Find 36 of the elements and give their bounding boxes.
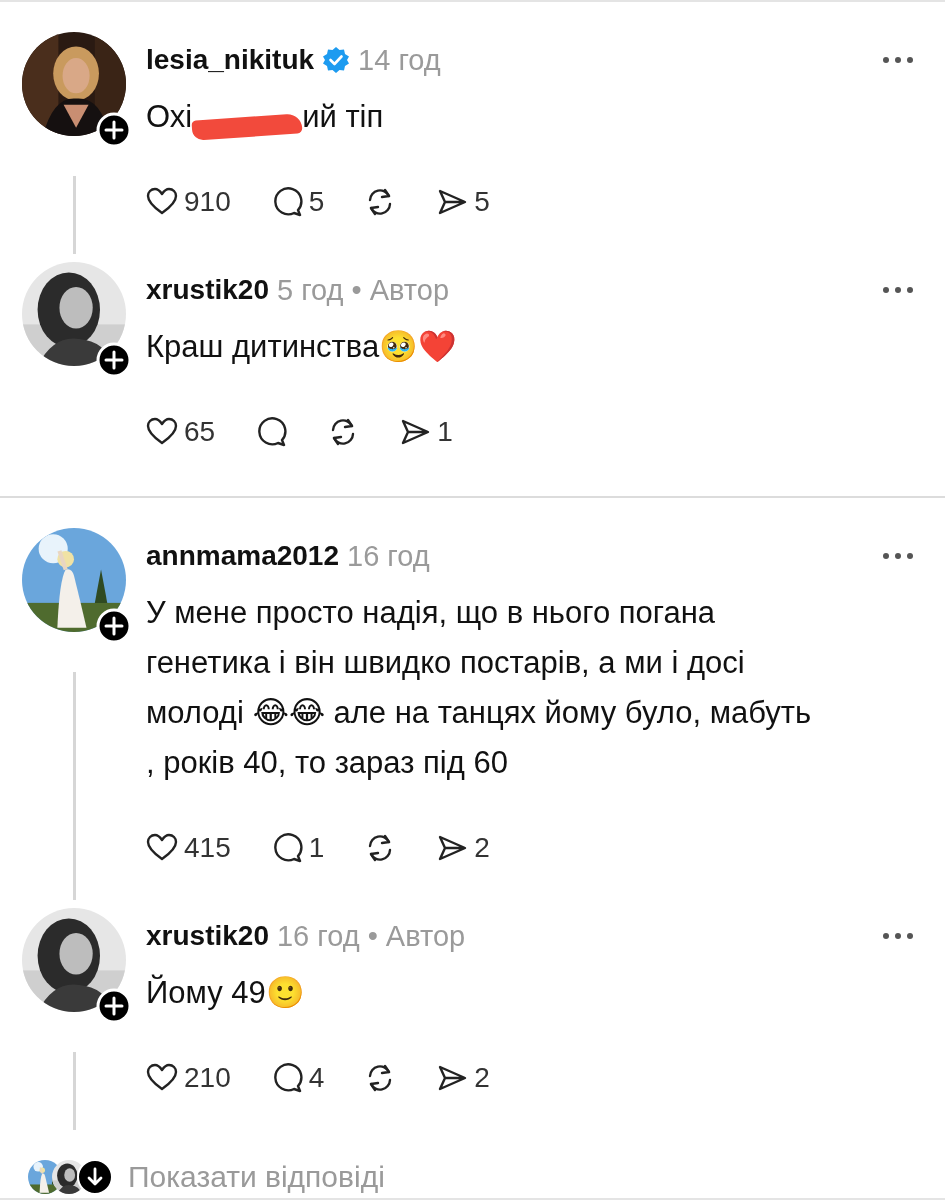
- comment-icon: [255, 416, 288, 448]
- like-button[interactable]: 65: [146, 416, 216, 448]
- like-button[interactable]: 210: [146, 1062, 231, 1094]
- username[interactable]: annmama2012: [146, 540, 339, 572]
- follow-plus-icon[interactable]: [96, 988, 132, 1024]
- author-label: • Автор: [367, 919, 466, 953]
- comment-text: ий тіп: [302, 99, 384, 134]
- like-button[interactable]: 415: [146, 832, 231, 864]
- reply-button[interactable]: 4: [270, 1062, 325, 1094]
- username[interactable]: lesia_nikituk: [146, 44, 315, 76]
- timestamp: 16 год: [347, 539, 430, 573]
- comment-text: Охі: [146, 99, 193, 134]
- share-button[interactable]: 1: [399, 416, 453, 448]
- follow-plus-icon[interactable]: [96, 608, 132, 644]
- follow-plus-icon[interactable]: [96, 112, 132, 148]
- more-options-icon[interactable]: [881, 285, 915, 295]
- reply-button[interactable]: [255, 416, 288, 448]
- comment-text: Краш дитинства🥹❤: [146, 329, 458, 364]
- more-options-icon[interactable]: [881, 931, 915, 941]
- username[interactable]: xrustik20: [146, 920, 269, 952]
- timestamp: 14 год: [358, 43, 441, 77]
- comment-text: У мене просто надія, що в нього погана генетика і він швидко постарів, а ми і досі молоді 😂😂 але на танцях йому було, мабуть , років 40, то зараз під 60: [146, 595, 813, 780]
- follow-plus-icon[interactable]: [96, 342, 132, 378]
- reply-button[interactable]: 5: [270, 186, 325, 218]
- author-label: • Автор: [351, 273, 450, 307]
- username[interactable]: xrustik20: [146, 274, 269, 306]
- like-button[interactable]: 910: [146, 186, 231, 218]
- comment-text: Йому 49🙂: [146, 975, 305, 1010]
- more-options-icon[interactable]: [881, 55, 915, 65]
- share-button[interactable]: 5: [436, 186, 490, 218]
- timestamp: 16 год: [276, 919, 360, 953]
- more-options-icon[interactable]: [881, 551, 915, 561]
- reply-button[interactable]: 1: [270, 832, 325, 864]
- share-button[interactable]: 2: [436, 1062, 490, 1094]
- timestamp: 5 год: [276, 273, 344, 307]
- share-button[interactable]: 2: [436, 832, 490, 864]
